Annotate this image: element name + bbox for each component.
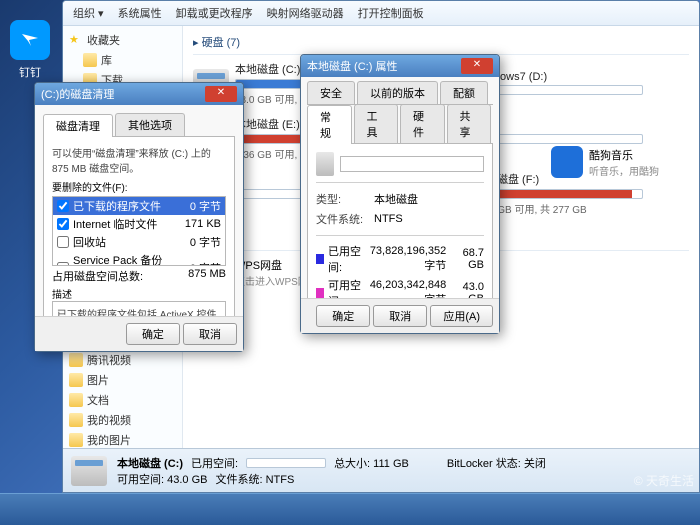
tab-prev-versions[interactable]: 以前的版本 [357,81,438,104]
sidebar-item[interactable]: 我的视频 [65,410,180,430]
sidebar-item[interactable]: 文档 [65,390,180,410]
ok-button[interactable]: 确定 [316,305,370,327]
file-name: 回收站 [73,234,167,250]
props-title: 本地磁盘 (C:) 属性 [307,58,397,74]
cleanup-description: 已下载的程序文件包括 ActiveX 控件和 Java 小程序，您查看特定网页时… [52,301,226,316]
menu-sysprops[interactable]: 系统属性 [118,5,162,21]
drive-name: Windows7 (D:) [475,71,643,83]
drive-icon [71,456,107,486]
tab-general[interactable]: 常规 [307,105,352,144]
sidebar-item[interactable]: 我的图片 [65,430,180,448]
tab-tools[interactable]: 工具 [354,104,399,143]
legend-used: 已用空间:73,828,196,352 字节68.7 GB [316,242,484,276]
cleanup-file-list[interactable]: 已下载的程序文件0 字节Internet 临时文件171 KB回收站0 字节Se… [52,196,226,266]
cleanup-file-row[interactable]: 已下载的程序文件0 字节 [53,197,225,215]
folder-icon [69,433,83,447]
cancel-button[interactable]: 取消 [373,305,427,327]
legend-free: 可用空间:46,203,342,848 字节43.0 GB [316,276,484,298]
tab-sharing[interactable]: 共享 [447,104,492,143]
drive-usage-bar [475,134,643,144]
status-title: 本地磁盘 (C:) [117,455,183,471]
desktop-app-dingding[interactable]: 钉钉 [5,20,55,80]
cleanup-list-label: 要删除的文件(F): [52,179,226,194]
library-icon [83,53,97,67]
prop-fs: NTFS [374,213,403,225]
folder-icon [69,413,83,427]
apply-button[interactable]: 应用(A) [430,305,493,327]
menu-uninstall[interactable]: 卸载或更改程序 [176,5,253,21]
file-checkbox[interactable] [57,200,69,212]
kugou-item[interactable]: 酷狗音乐听音乐，用酷狗 [551,146,659,178]
drive-icon [316,152,334,176]
prop-type: 本地磁盘 [374,191,418,207]
sidebar-item[interactable]: 库 [79,50,180,70]
desktop-app-label: 钉钉 [5,64,55,80]
kugou-sub: 听音乐，用酷狗 [589,163,659,178]
kugou-name: 酷狗音乐 [589,147,659,163]
menu-controlpanel[interactable]: 打开控制面板 [358,5,424,21]
close-icon[interactable]: ✕ [461,58,493,74]
status-total: 总大小: 111 GB [334,455,409,471]
file-size: 171 KB [171,218,221,230]
file-name: 已下载的程序文件 [73,198,167,214]
folder-icon [69,373,83,387]
drive-usage-bar [475,85,643,95]
file-size: 0 字节 [171,234,221,250]
sidebar-item[interactable]: 图片 [65,370,180,390]
kugou-icon [551,146,583,178]
tab-cleanup[interactable]: 磁盘清理 [43,114,113,137]
cleanup-titlebar[interactable]: (C:)的磁盘清理 ✕ [35,83,243,105]
file-size: 0 字节 [171,260,221,266]
cancel-button[interactable]: 取消 [183,323,237,345]
tab-hardware[interactable]: 硬件 [400,104,445,143]
cleanup-title: (C:)的磁盘清理 [41,86,114,102]
file-checkbox[interactable] [57,236,69,248]
cleanup-intro: 可以使用“磁盘清理”来释放 (C:) 上的 875 MB 磁盘空间。 [52,145,226,175]
gain-value: 875 MB [188,268,226,284]
disk-cleanup-dialog: (C:)的磁盘清理 ✕ 磁盘清理 其他选项 可以使用“磁盘清理”来释放 (C:)… [34,82,244,352]
menu-organize[interactable]: 组织 ▾ [73,5,104,21]
cleanup-file-row[interactable]: Service Pack 备份文件 0 字节 [53,251,225,266]
cleanup-file-row[interactable]: 回收站0 字节 [53,233,225,251]
folder-icon [69,353,83,367]
folder-icon [69,393,83,407]
dingding-icon [10,20,50,60]
sidebar-favorites[interactable]: ★收藏夹 [65,30,180,50]
sidebar-item[interactable]: 腾讯视频 [65,350,180,370]
watermark: © 天奇生活 [634,472,694,489]
status-usage-bar [246,458,326,468]
file-checkbox[interactable] [57,218,69,230]
file-name: Service Pack 备份文件 [73,252,167,266]
drive-usage-bar [475,189,643,199]
drive-label-input[interactable] [340,156,484,172]
status-free: 可用空间: 43.0 GB [117,471,207,487]
file-checkbox[interactable] [57,262,69,266]
props-titlebar[interactable]: 本地磁盘 (C:) 属性 ✕ [301,55,499,77]
drives-header[interactable]: ▸ 硬盘 (7) [193,30,689,55]
status-used-label: 已用空间: [191,455,238,471]
drive-free-text: 15.6 GB 可用, 共 277 GB [475,201,643,216]
explorer-menubar: 组织 ▾ 系统属性 卸载或更改程序 映射网络驱动器 打开控制面板 [63,1,699,26]
menu-mapdrive[interactable]: 映射网络驱动器 [267,5,344,21]
status-bitlocker: BitLocker 状态: 关闭 [447,455,546,471]
taskbar[interactable] [0,493,700,525]
explorer-statusbar: 本地磁盘 (C:) 已用空间: 总大小: 111 GB BitLocker 状态… [63,448,699,492]
cleanup-file-row[interactable]: Internet 临时文件 171 KB [53,215,225,233]
close-icon[interactable]: ✕ [205,86,237,102]
status-fs: 文件系统: NTFS [215,471,294,487]
desc-label: 描述 [52,286,226,301]
gain-label: 占用磁盘空间总数: [52,268,143,284]
drive-properties-dialog: 本地磁盘 (C:) 属性 ✕ 安全 以前的版本 配额 常规 工具 硬件 共享 [300,54,500,334]
star-icon: ★ [69,33,83,47]
tab-quota[interactable]: 配额 [440,81,488,104]
ok-button[interactable]: 确定 [126,323,180,345]
tab-more-options[interactable]: 其他选项 [115,113,185,136]
tab-security[interactable]: 安全 [307,81,355,104]
file-name: Internet 临时文件 [73,216,167,232]
file-size: 0 字节 [171,198,221,214]
